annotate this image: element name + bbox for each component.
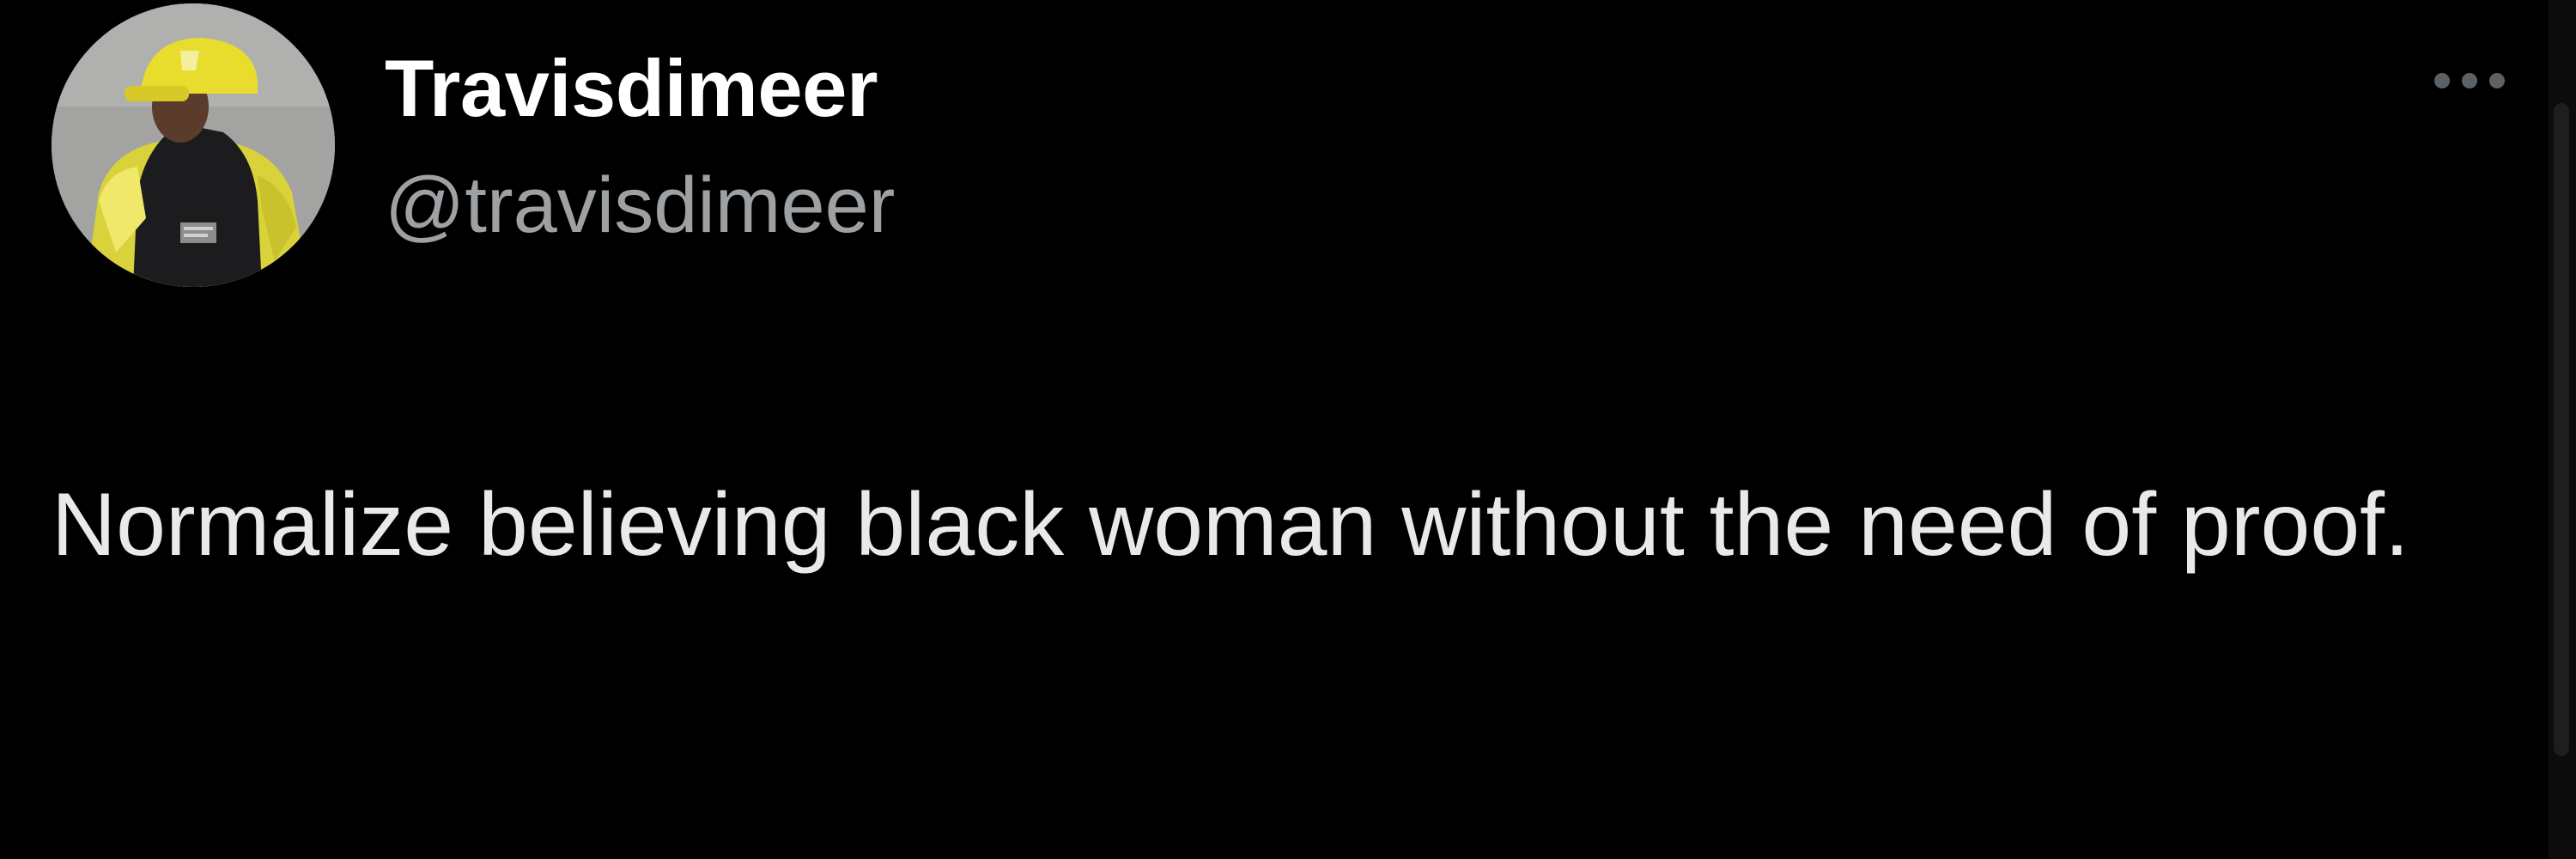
- author-avatar[interactable]: [52, 3, 335, 287]
- profile-photo-icon: [52, 3, 335, 287]
- author-handle[interactable]: @travisdimeer: [385, 158, 895, 253]
- more-options-button[interactable]: [2427, 58, 2512, 103]
- tweet-card: Travisdimeer @travisdimeer Normalize bel…: [0, 0, 2576, 859]
- scrollbar-thumb[interactable]: [2554, 103, 2569, 756]
- more-options-icon: [2434, 73, 2505, 88]
- author-display-name[interactable]: Travisdimeer: [385, 41, 878, 136]
- tweet-text: Normalize believing black woman without …: [52, 475, 2409, 575]
